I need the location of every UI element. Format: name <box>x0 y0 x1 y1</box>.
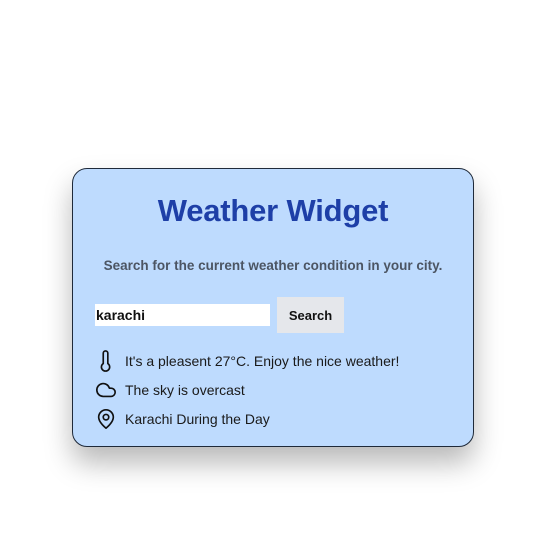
sky-text: The sky is overcast <box>125 381 245 398</box>
thermometer-icon <box>95 349 117 372</box>
location-text: Karachi During the Day <box>125 410 270 427</box>
temperature-text: It's a pleasent 27°C. Enjoy the nice wea… <box>125 352 400 369</box>
widget-subtitle: Search for the current weather condition… <box>103 258 443 273</box>
cloud-icon <box>95 379 117 401</box>
weather-info-list: It's a pleasent 27°C. Enjoy the nice wea… <box>95 346 455 433</box>
temperature-info: It's a pleasent 27°C. Enjoy the nice wea… <box>95 346 455 375</box>
weather-widget-card: Weather Widget Search for the current we… <box>72 168 474 447</box>
search-button[interactable]: Search <box>277 297 344 333</box>
widget-title: Weather Widget <box>157 193 389 228</box>
map-pin-icon <box>95 408 117 430</box>
search-row: Search <box>95 297 355 333</box>
page: Weather Widget Search for the current we… <box>0 0 556 558</box>
location-info: Karachi During the Day <box>95 404 455 433</box>
city-search-input[interactable] <box>95 304 270 326</box>
sky-info: The sky is overcast <box>95 375 455 404</box>
